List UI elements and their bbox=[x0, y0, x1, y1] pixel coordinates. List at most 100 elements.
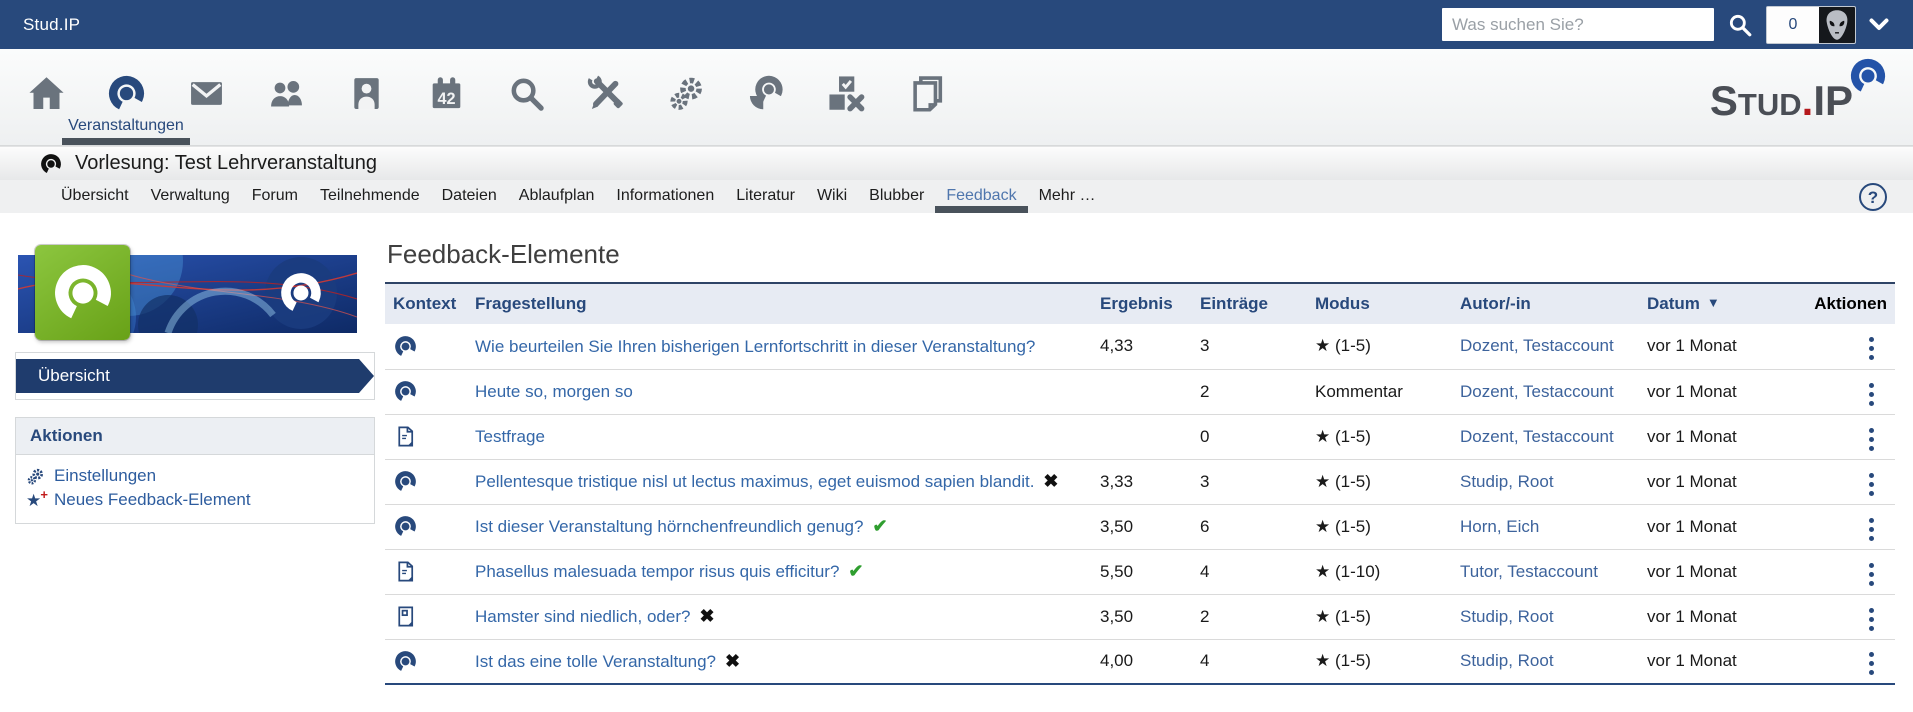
sidebar-action-neues-feedback-element[interactable]: ★+ Neues Feedback-Element bbox=[26, 488, 362, 512]
nav-item-tools[interactable] bbox=[566, 49, 646, 145]
result-cell: 3,50 bbox=[1100, 594, 1200, 639]
question-link[interactable]: Ist dieser Veranstaltung hörnchenfreundl… bbox=[475, 517, 863, 536]
user-menu-box[interactable]: 0 bbox=[1766, 6, 1856, 44]
tab-wiki[interactable]: Wiki bbox=[806, 180, 858, 213]
sidebar-item-uebersicht[interactable]: Übersicht bbox=[16, 359, 374, 393]
actions-widget-title: Aktionen bbox=[16, 418, 374, 455]
nav-item-search[interactable] bbox=[486, 49, 566, 145]
author-cell: Studip, Root bbox=[1460, 459, 1647, 504]
result-cell bbox=[1100, 369, 1200, 414]
question-link[interactable]: Heute so, morgen so bbox=[475, 382, 633, 401]
actions-menu-icon[interactable] bbox=[1862, 468, 1881, 501]
mode-cell: ★ (1-10) bbox=[1315, 549, 1460, 594]
entries-cell: 3 bbox=[1200, 324, 1315, 369]
author-link[interactable]: Dozent, Testaccount bbox=[1460, 427, 1614, 446]
nav-item-profile[interactable] bbox=[326, 49, 406, 145]
sidebar: Übersicht Aktionen Einstellungen ★+ Ne bbox=[15, 213, 375, 524]
author-link[interactable]: Horn, Eich bbox=[1460, 517, 1539, 536]
tab-teilnehmende[interactable]: Teilnehmende bbox=[309, 180, 431, 213]
date-cell: vor 1 Monat bbox=[1647, 549, 1802, 594]
seminar-icon bbox=[394, 335, 417, 358]
actions-widget-body: Einstellungen ★+ Neues Feedback-Element bbox=[16, 455, 374, 523]
actions-menu-icon[interactable] bbox=[1862, 332, 1881, 365]
tab-mehr[interactable]: Mehr … bbox=[1028, 180, 1107, 213]
search-submit-button[interactable] bbox=[1725, 10, 1755, 40]
help-icon[interactable]: ? bbox=[1859, 183, 1887, 211]
nav-item-community[interactable] bbox=[246, 49, 326, 145]
question-link[interactable]: Wie beurteilen Sie Ihren bisherigen Lern… bbox=[475, 337, 1035, 356]
content-area: Übersicht Aktionen Einstellungen ★+ Ne bbox=[0, 213, 1913, 685]
user-dropdown-toggle[interactable] bbox=[1867, 16, 1891, 33]
evaluation-icon bbox=[827, 74, 866, 113]
actions-menu-icon[interactable] bbox=[1862, 513, 1881, 546]
actions-menu-icon[interactable] bbox=[1862, 558, 1881, 591]
question-cell: Wie beurteilen Sie Ihren bisherigen Lern… bbox=[475, 324, 1100, 369]
question-link[interactable]: Pellentesque tristique nisl ut lectus ma… bbox=[475, 472, 1034, 491]
file-icon bbox=[394, 425, 417, 448]
author-link[interactable]: Studip, Root bbox=[1460, 607, 1554, 626]
main-icon-nav: Veranstaltungen 42 bbox=[0, 49, 1913, 146]
tab-ablaufplan[interactable]: Ablaufplan bbox=[508, 180, 606, 213]
mail-icon bbox=[187, 74, 226, 113]
question-cell: Pellentesque tristique nisl ut lectus ma… bbox=[475, 459, 1100, 504]
actions-menu-icon[interactable] bbox=[1862, 603, 1881, 636]
question-link[interactable]: Ist das eine tolle Veranstaltung? bbox=[475, 652, 716, 671]
author-link[interactable]: Dozent, Testaccount bbox=[1460, 382, 1614, 401]
tab-uebersicht[interactable]: Übersicht bbox=[50, 180, 140, 213]
column-header-datum[interactable]: Datum▼ bbox=[1647, 284, 1802, 324]
question-cell: Testfrage bbox=[475, 414, 1100, 459]
actions-cell bbox=[1802, 324, 1895, 369]
tab-verwaltung[interactable]: Verwaltung bbox=[140, 180, 241, 213]
nav-item-label: Veranstaltungen bbox=[68, 117, 184, 135]
nav-item-admin[interactable] bbox=[646, 49, 726, 145]
mode-cell: ★ (1-5) bbox=[1315, 594, 1460, 639]
question-link[interactable]: Phasellus malesuada tempor risus quis ef… bbox=[475, 562, 839, 581]
nav-item-schedule[interactable]: 42 bbox=[406, 49, 486, 145]
actions-menu-icon[interactable] bbox=[1862, 647, 1881, 680]
tab-feedback[interactable]: Feedback bbox=[935, 180, 1027, 213]
column-header-ergebnis: Ergebnis bbox=[1100, 284, 1200, 324]
course-title: Vorlesung: Test Lehrveranstaltung bbox=[75, 152, 377, 175]
question-link[interactable]: Hamster sind niedlich, oder? bbox=[475, 607, 690, 626]
author-link[interactable]: Studip, Root bbox=[1460, 651, 1554, 670]
mode-cell: ★ (1-5) bbox=[1315, 504, 1460, 549]
tab-literatur[interactable]: Literatur bbox=[725, 180, 806, 213]
nav-item-evaluation[interactable] bbox=[806, 49, 886, 145]
actions-menu-icon[interactable] bbox=[1862, 423, 1881, 456]
tab-dateien[interactable]: Dateien bbox=[431, 180, 508, 213]
table-row: Testfrage 0 ★ (1-5) Dozent, Testaccount … bbox=[385, 414, 1895, 459]
author-cell: Horn, Eich bbox=[1460, 504, 1647, 549]
tab-forum[interactable]: Forum bbox=[241, 180, 309, 213]
app-title: Stud.IP bbox=[23, 15, 80, 35]
community-icon bbox=[267, 74, 306, 113]
tab-informationen[interactable]: Informationen bbox=[605, 180, 725, 213]
alien-avatar bbox=[1819, 7, 1855, 43]
home-icon bbox=[27, 74, 66, 113]
author-link[interactable]: Studip, Root bbox=[1460, 472, 1554, 491]
actions-menu-icon[interactable] bbox=[1862, 378, 1881, 411]
author-cell: Studip, Root bbox=[1460, 594, 1647, 639]
seminar-icon bbox=[394, 515, 417, 538]
entries-cell: 3 bbox=[1200, 459, 1315, 504]
sidebar-banner-wrap bbox=[15, 245, 375, 333]
nav-item-resources[interactable] bbox=[726, 49, 806, 145]
search-input[interactable] bbox=[1442, 8, 1714, 41]
author-cell: Dozent, Testaccount bbox=[1460, 324, 1647, 369]
result-cell: 3,50 bbox=[1100, 504, 1200, 549]
result-cell: 3,33 bbox=[1100, 459, 1200, 504]
entries-cell: 4 bbox=[1200, 549, 1315, 594]
column-header-kontext: Kontext bbox=[385, 284, 475, 324]
question-cell: Hamster sind niedlich, oder?✖ bbox=[475, 594, 1100, 639]
author-link[interactable]: Dozent, Testaccount bbox=[1460, 336, 1614, 355]
question-link[interactable]: Testfrage bbox=[475, 427, 545, 446]
seminar-icon bbox=[107, 74, 146, 113]
context-icon-cell bbox=[385, 639, 475, 684]
nav-item-veranstaltungen[interactable]: Veranstaltungen bbox=[86, 49, 166, 145]
svg-text:42: 42 bbox=[437, 90, 455, 108]
tab-blubber[interactable]: Blubber bbox=[858, 180, 935, 213]
author-link[interactable]: Tutor, Testaccount bbox=[1460, 562, 1598, 581]
search-icon bbox=[1727, 12, 1753, 38]
sidebar-action-einstellungen[interactable]: Einstellungen bbox=[26, 464, 362, 488]
nav-item-pages[interactable] bbox=[886, 49, 966, 145]
context-icon-cell bbox=[385, 594, 475, 639]
